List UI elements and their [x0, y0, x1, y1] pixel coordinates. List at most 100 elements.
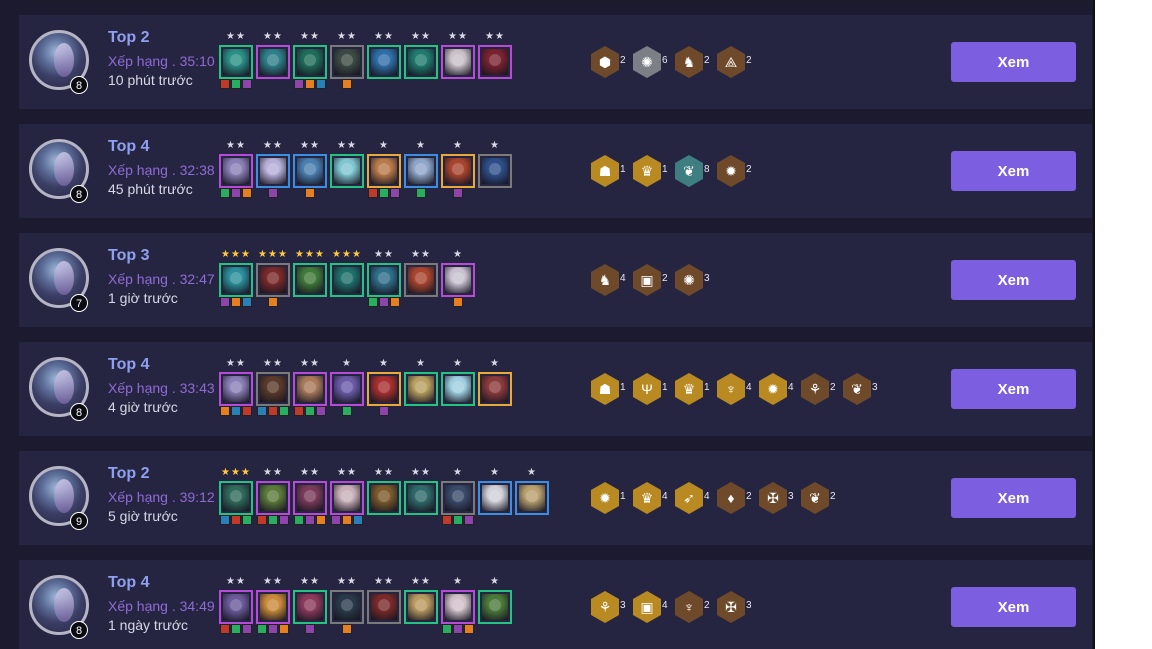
unit[interactable]: ★★ [367, 560, 401, 649]
view-match-button[interactable]: Xem [951, 151, 1076, 191]
unit[interactable]: ★ [441, 124, 475, 218]
trait[interactable]: ⟁ 2 [716, 45, 760, 79]
item-icon[interactable] [231, 624, 241, 634]
item-icon[interactable] [231, 188, 241, 198]
unit[interactable]: ★ [441, 342, 475, 436]
item-icon[interactable] [242, 79, 252, 89]
item-icon[interactable] [368, 297, 378, 307]
item-icon[interactable] [257, 515, 267, 525]
unit[interactable]: ★★ [219, 342, 253, 436]
item-icon[interactable] [294, 515, 304, 525]
unit[interactable]: ★ [441, 451, 475, 545]
unit[interactable]: ★★ [256, 124, 290, 218]
item-icon[interactable] [390, 188, 400, 198]
item-icon[interactable] [390, 297, 400, 307]
item-icon[interactable] [453, 297, 463, 307]
item-icon[interactable] [268, 297, 278, 307]
trait[interactable]: ♦ 2 [716, 481, 760, 515]
unit[interactable]: ★ [330, 342, 364, 436]
item-icon[interactable] [220, 515, 230, 525]
unit[interactable]: ★ [404, 124, 438, 218]
item-icon[interactable] [442, 515, 452, 525]
unit[interactable]: ★ [478, 451, 512, 545]
trait[interactable]: ✹ 4 [758, 372, 802, 406]
item-icon[interactable] [242, 624, 252, 634]
item-icon[interactable] [279, 515, 289, 525]
item-icon[interactable] [294, 406, 304, 416]
item-icon[interactable] [305, 406, 315, 416]
unit[interactable]: ★★ [293, 342, 327, 436]
trait[interactable]: ♛ 1 [632, 154, 676, 188]
unit[interactable]: ★★ [330, 15, 364, 109]
item-icon[interactable] [305, 188, 315, 198]
unit[interactable]: ★★ [293, 451, 327, 545]
trait[interactable]: ☗ 1 [590, 372, 634, 406]
item-icon[interactable] [242, 515, 252, 525]
unit[interactable]: ★ [404, 342, 438, 436]
item-icon[interactable] [242, 297, 252, 307]
unit[interactable]: ★★ [330, 451, 364, 545]
item-icon[interactable] [242, 188, 252, 198]
trait[interactable]: ❦ 8 [674, 154, 718, 188]
unit[interactable]: ★ [367, 342, 401, 436]
view-match-button[interactable]: Xem [951, 260, 1076, 300]
item-icon[interactable] [342, 406, 352, 416]
item-icon[interactable] [353, 515, 363, 525]
unit[interactable]: ★★ [256, 342, 290, 436]
trait[interactable]: ✺ 6 [632, 45, 676, 79]
trait[interactable]: ♆ 2 [674, 590, 718, 624]
unit[interactable]: ★★ [367, 451, 401, 545]
unit[interactable]: ★★ [293, 15, 327, 109]
unit[interactable]: ★★ [367, 15, 401, 109]
view-match-button[interactable]: Xem [951, 42, 1076, 82]
unit[interactable]: ★★ [367, 233, 401, 327]
item-icon[interactable] [220, 79, 230, 89]
item-icon[interactable] [316, 515, 326, 525]
unit[interactable]: ★ [367, 124, 401, 218]
item-icon[interactable] [220, 406, 230, 416]
trait[interactable]: ✹ 1 [590, 481, 634, 515]
trait[interactable]: ⚘ 2 [800, 372, 844, 406]
trait[interactable]: ⚘ 3 [590, 590, 634, 624]
item-icon[interactable] [231, 297, 241, 307]
trait[interactable]: ♆ 4 [716, 372, 760, 406]
unit[interactable]: ★ [478, 560, 512, 649]
item-icon[interactable] [279, 406, 289, 416]
unit[interactable]: ★★★ [219, 233, 253, 327]
item-icon[interactable] [231, 79, 241, 89]
trait[interactable]: ✠ 3 [758, 481, 802, 515]
item-icon[interactable] [331, 515, 341, 525]
item-icon[interactable] [342, 624, 352, 634]
item-icon[interactable] [442, 624, 452, 634]
trait[interactable]: ♛ 4 [632, 481, 676, 515]
item-icon[interactable] [257, 406, 267, 416]
unit[interactable]: ★ [441, 233, 475, 327]
item-icon[interactable] [220, 624, 230, 634]
unit[interactable]: ★★ [330, 560, 364, 649]
trait[interactable]: ❦ 3 [842, 372, 886, 406]
unit[interactable]: ★★ [293, 124, 327, 218]
trait[interactable]: ☗ 1 [590, 154, 634, 188]
item-icon[interactable] [220, 188, 230, 198]
trait[interactable]: ♞ 4 [590, 263, 634, 297]
trait[interactable]: ✠ 3 [716, 590, 760, 624]
trait[interactable]: ✹ 2 [716, 154, 760, 188]
trait[interactable]: ➶ 4 [674, 481, 718, 515]
item-icon[interactable] [231, 515, 241, 525]
unit[interactable]: ★★ [219, 124, 253, 218]
unit[interactable]: ★★ [478, 15, 512, 109]
unit[interactable]: ★ [478, 124, 512, 218]
trait[interactable]: ❦ 2 [800, 481, 844, 515]
view-match-button[interactable]: Xem [951, 478, 1076, 518]
item-icon[interactable] [464, 624, 474, 634]
view-match-button[interactable]: Xem [951, 369, 1076, 409]
item-icon[interactable] [316, 79, 326, 89]
unit[interactable]: ★★★ [219, 451, 253, 545]
item-icon[interactable] [453, 624, 463, 634]
trait[interactable]: ▣ 4 [632, 590, 676, 624]
unit[interactable]: ★★ [330, 124, 364, 218]
item-icon[interactable] [453, 188, 463, 198]
unit[interactable]: ★★★ [330, 233, 364, 327]
item-icon[interactable] [305, 79, 315, 89]
unit[interactable]: ★★ [404, 560, 438, 649]
